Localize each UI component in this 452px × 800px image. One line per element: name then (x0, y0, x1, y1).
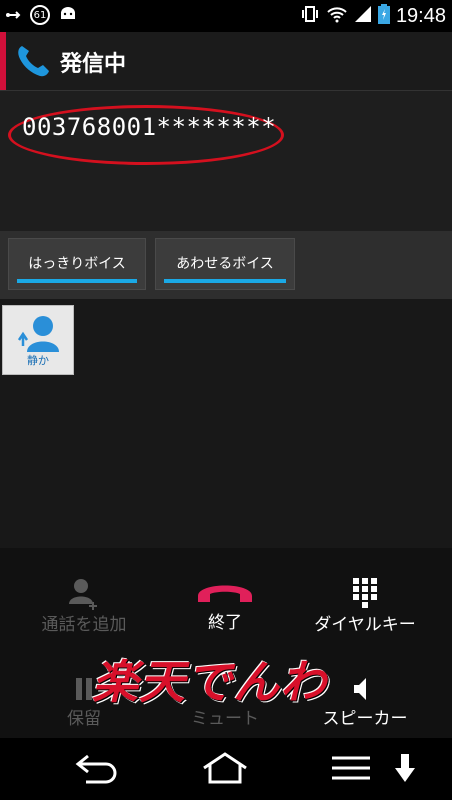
end-call-button[interactable]: 終了 (165, 580, 285, 633)
notification-down-icon[interactable] (394, 752, 416, 788)
add-call-button[interactable]: 通話を追加 (24, 578, 144, 635)
match-voice-button[interactable]: あわせるボイス (155, 238, 295, 290)
usb-icon (6, 6, 22, 25)
page-title: 発信中 (60, 52, 127, 77)
end-call-icon (165, 580, 285, 608)
call-info: 003768001******** (0, 91, 452, 231)
clock: 19:48 (395, 4, 446, 27)
quiet-label: 静か (27, 354, 49, 367)
home-icon[interactable] (200, 752, 250, 788)
menu-icon[interactable] (330, 752, 372, 788)
dialpad-button[interactable]: ダイヤルキー (302, 578, 428, 635)
end-call-label: 終了 (208, 613, 242, 633)
dialpad-label: ダイヤルキー (314, 615, 416, 635)
navigation-bar (0, 738, 452, 800)
phone-icon (14, 43, 52, 83)
clear-voice-indicator (17, 279, 137, 283)
dialed-number: 003768001******** (22, 113, 277, 141)
voice-options: はっきりボイス あわせるボイス (0, 231, 452, 299)
rakuten-denwa-watermark: 楽天でんわ (92, 655, 327, 709)
quiet-user-icon (17, 314, 63, 356)
battery-icon (377, 4, 390, 28)
call-controls: 通話を追加 終了 ダイヤルキー 保留 ミュート スピーカー 楽天でんわ (0, 548, 452, 738)
title-bar: 発信中 (0, 32, 452, 91)
signal-icon (354, 5, 372, 27)
back-icon[interactable] (74, 752, 120, 788)
match-voice-indicator (164, 279, 286, 283)
wifi-icon (326, 5, 348, 27)
vibrate-icon (300, 4, 320, 28)
clear-voice-label: はっきりボイス (28, 256, 126, 272)
dialpad-icon (302, 578, 428, 610)
status-bar: 61 19:48 (0, 0, 452, 32)
call-body: 静か (0, 299, 452, 548)
match-voice-label: あわせるボイス (176, 256, 274, 272)
quiet-button[interactable]: 静か (2, 305, 74, 375)
android-icon (58, 5, 78, 25)
title-accent (0, 32, 6, 90)
add-person-icon (24, 578, 144, 610)
notification-badge: 61 (30, 5, 50, 25)
add-call-label: 通話を追加 (41, 615, 127, 635)
clear-voice-button[interactable]: はっきりボイス (8, 238, 146, 290)
